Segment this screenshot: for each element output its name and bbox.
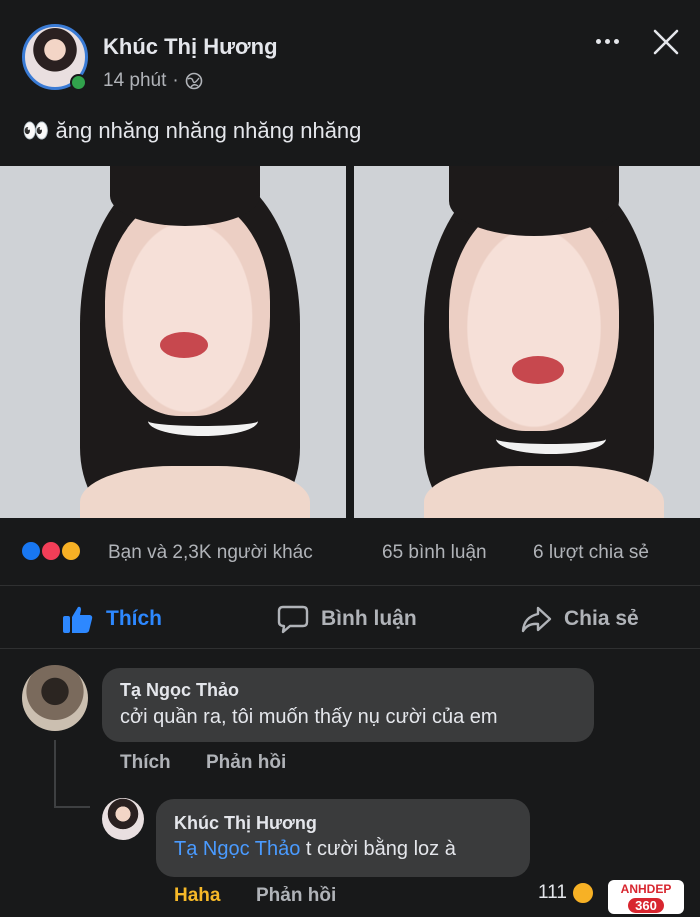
more-dots-icon: [595, 38, 619, 44]
like-button[interactable]: Thích: [62, 604, 162, 634]
reply-mention[interactable]: Tạ Ngọc Thảo: [174, 838, 300, 860]
post-time[interactable]: 14 phút: [103, 70, 166, 92]
photo-neck: [80, 466, 310, 518]
divider: [0, 648, 700, 649]
thread-branch: [54, 806, 90, 808]
watermark-line2: 360: [628, 898, 664, 913]
photo-neck: [424, 466, 664, 518]
photo-lips: [512, 356, 564, 384]
love-reaction-icon: [40, 540, 62, 562]
comment-like-button[interactable]: Thích: [120, 752, 171, 774]
comment-label: Bình luận: [321, 607, 417, 630]
reply-reaction-summary[interactable]: 111: [538, 881, 595, 905]
reply-author[interactable]: Khúc Thị Hương: [174, 813, 317, 834]
photo-bangs: [449, 166, 619, 236]
more-options-button[interactable]: [590, 30, 624, 52]
online-status-dot: [70, 74, 87, 91]
comment-bubble[interactable]: Tạ Ngọc Thảo cởi quần ra, tôi muốn thấy …: [102, 668, 594, 742]
haha-reaction-icon: [570, 881, 595, 905]
shares-count[interactable]: 6 lượt chia sẻ: [533, 542, 649, 564]
thread-line: [54, 740, 56, 808]
reply-reaction-button[interactable]: Haha: [174, 885, 220, 907]
watermark-line1: ANHDEP: [620, 882, 672, 896]
watermark-logo: ANHDEP 360: [608, 880, 684, 914]
photo-bangs: [110, 166, 260, 226]
eyes-emoji: 👀: [22, 118, 50, 143]
reactions-summary[interactable]: Bạn và 2,3K người khác: [108, 542, 313, 564]
post-text: 👀 ăng nhăng nhăng nhăng nhăng: [22, 118, 361, 144]
divider: [0, 585, 700, 586]
reply-text: Tạ Ngọc Thảo t cười bằng loz à: [174, 838, 456, 861]
photo-choker: [496, 424, 606, 454]
like-reaction-icon: [20, 540, 42, 562]
comment-text: cởi quần ra, tôi muốn thấy nụ cười của e…: [120, 706, 498, 728]
reply-author-avatar[interactable]: [102, 798, 144, 840]
post-photo-right[interactable]: [354, 166, 700, 518]
share-button[interactable]: Chia sẻ: [520, 604, 639, 634]
thumbs-up-icon: [63, 606, 93, 633]
globe-icon: [185, 72, 203, 90]
reply-reply-button[interactable]: Phản hồi: [256, 885, 336, 907]
close-icon[interactable]: [652, 28, 680, 56]
meta-separator: ·: [172, 70, 179, 91]
photo-choker: [148, 406, 258, 436]
comment-reply-button[interactable]: Phản hồi: [206, 752, 286, 774]
reply-reaction-count: 111: [538, 882, 567, 903]
reply-bubble[interactable]: Khúc Thị Hương Tạ Ngọc Thảo t cười bằng …: [156, 799, 530, 877]
photo-face: [105, 196, 270, 416]
post-author-name[interactable]: Khúc Thị Hương: [103, 34, 278, 60]
comment-icon: [277, 605, 309, 634]
reaction-icons[interactable]: [20, 540, 104, 566]
reply-message: t cười bằng loz à: [300, 838, 456, 860]
share-icon: [521, 606, 552, 633]
share-label: Chia sẻ: [564, 607, 639, 630]
post-caption: ăng nhăng nhăng nhăng nhăng: [55, 118, 362, 143]
photo-lips: [160, 332, 208, 358]
post-meta: 14 phút ·: [103, 70, 203, 92]
post-photo-left[interactable]: [0, 166, 346, 518]
like-label: Thích: [106, 607, 162, 630]
care-reaction-icon: [60, 540, 82, 562]
comment-author[interactable]: Tạ Ngọc Thảo: [120, 680, 239, 701]
comment-button[interactable]: Bình luận: [277, 604, 417, 634]
commenter-avatar[interactable]: [22, 665, 88, 731]
comments-count[interactable]: 65 bình luận: [382, 542, 487, 564]
